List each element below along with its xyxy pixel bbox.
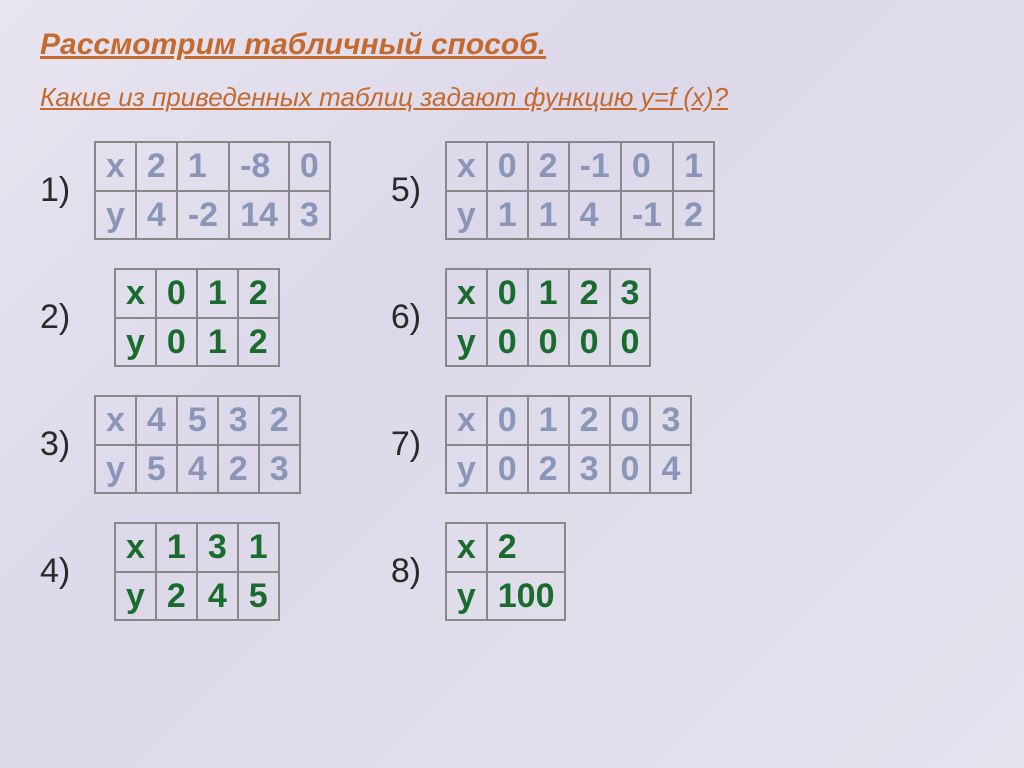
content-columns: 1) x21-80 y4-2143 2) x012 y012 (40, 141, 984, 649)
table-6: x0123 y0000 (445, 268, 652, 367)
item-number: 2) (40, 298, 84, 337)
table-row: x02-101 (446, 142, 714, 191)
table-7: x01203 y02304 (445, 395, 693, 494)
table-row: y245 (115, 572, 279, 621)
table-1: x21-80 y4-2143 (94, 141, 331, 240)
left-column: 1) x21-80 y4-2143 2) x012 y012 (40, 141, 331, 649)
table-5: x02-101 y114-12 (445, 141, 715, 240)
table-row: x2 (446, 523, 566, 572)
table-row: x21-80 (95, 142, 330, 191)
item-6: 6) x0123 y0000 (391, 268, 715, 367)
table-row: y0000 (446, 318, 651, 367)
table-row: x4532 (95, 396, 300, 445)
table-row: y012 (115, 318, 279, 367)
item-5: 5) x02-101 y114-12 (391, 141, 715, 240)
table-row: y02304 (446, 445, 692, 494)
item-number: 3) (40, 425, 84, 464)
item-3: 3) x4532 y5423 (40, 395, 331, 494)
item-1: 1) x21-80 y4-2143 (40, 141, 331, 240)
table-row: x012 (115, 269, 279, 318)
item-4: 4) x131 y245 (40, 522, 331, 621)
table-3: x4532 y5423 (94, 395, 301, 494)
item-8: 8) x2 y100 (391, 522, 715, 621)
table-row: x131 (115, 523, 279, 572)
item-number: 1) (40, 171, 84, 210)
table-row: y114-12 (446, 191, 714, 240)
item-number: 8) (391, 552, 435, 591)
table-row: x01203 (446, 396, 692, 445)
item-number: 4) (40, 552, 84, 591)
item-2: 2) x012 y012 (40, 268, 331, 367)
table-8: x2 y100 (445, 522, 567, 621)
table-row: y100 (446, 572, 566, 621)
right-column: 5) x02-101 y114-12 6) x0123 y0000 (391, 141, 715, 649)
slide-title: Рассмотрим табличный способ. (40, 28, 984, 62)
table-row: x0123 (446, 269, 651, 318)
item-7: 7) x01203 y02304 (391, 395, 715, 494)
table-row: y4-2143 (95, 191, 330, 240)
slide-subtitle: Какие из приведенных таблиц задают функц… (40, 82, 984, 113)
item-number: 6) (391, 298, 435, 337)
table-row: y5423 (95, 445, 300, 494)
table-2: x012 y012 (114, 268, 280, 367)
table-4: x131 y245 (114, 522, 280, 621)
item-number: 5) (391, 171, 435, 210)
item-number: 7) (391, 425, 435, 464)
